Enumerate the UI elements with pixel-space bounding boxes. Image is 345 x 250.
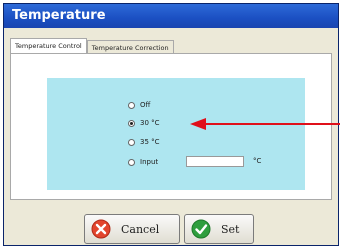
unit-label: °C (253, 157, 262, 165)
radio-button[interactable] (128, 138, 135, 146)
pointer-arrow (190, 118, 340, 130)
option-30c[interactable]: 30 °C (128, 117, 160, 129)
tab-strip: Temperature Control Temperature Correcti… (10, 38, 174, 55)
cancel-label: Cancel (121, 222, 160, 236)
check-icon (191, 219, 211, 239)
cancel-icon (91, 219, 111, 239)
radio-button[interactable] (128, 101, 135, 109)
option-label: Off (140, 101, 151, 109)
cancel-button[interactable]: Cancel (84, 214, 180, 244)
radio-button[interactable] (128, 158, 135, 166)
option-label: 35 °C (140, 138, 160, 146)
set-button[interactable]: Set (184, 214, 254, 244)
set-label: Set (221, 222, 240, 236)
window-title: Temperature (12, 8, 106, 23)
option-label: Input (140, 158, 159, 166)
option-35c[interactable]: 35 °C (128, 136, 160, 148)
option-off[interactable]: Off (128, 99, 150, 111)
title-bar: Temperature (4, 4, 338, 28)
radio-button-selected[interactable] (128, 119, 135, 127)
options-area: Off 30 °C 35 °C Input °C (47, 78, 305, 190)
option-label: 30 °C (140, 119, 160, 127)
temperature-input-field[interactable] (186, 156, 244, 167)
option-input[interactable]: Input (128, 156, 158, 168)
